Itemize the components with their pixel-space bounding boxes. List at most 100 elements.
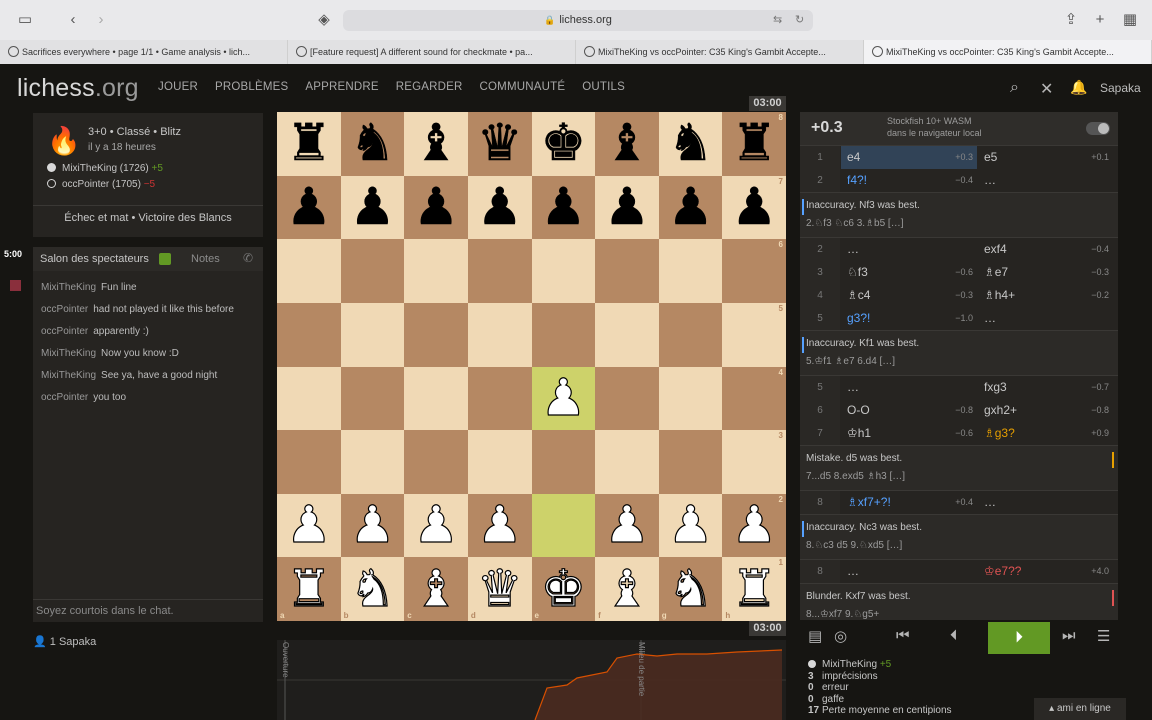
black-knight-piece[interactable]: ♞ — [667, 118, 713, 170]
nav-watch[interactable]: REGARDER — [396, 81, 463, 93]
comment-line[interactable]: 7...d5 8.exd5 ♗h3 […] — [806, 468, 1112, 486]
black-king-piece[interactable]: ♚ — [540, 118, 586, 170]
square-d7[interactable]: ♟ — [467, 175, 532, 240]
black-bishop-piece[interactable]: ♝ — [413, 118, 459, 170]
menu-icon[interactable]: ☰ — [1097, 627, 1110, 645]
black-pawn-piece[interactable]: ♟ — [286, 182, 332, 234]
swords-icon[interactable]: ✕ — [1040, 79, 1053, 99]
square-a1[interactable]: ♜ a — [277, 557, 341, 621]
browser-tab[interactable]: MixiTheKing vs occPointer: C35 King's Ga… — [576, 40, 864, 64]
square-f4[interactable] — [595, 366, 659, 431]
white-move[interactable]: ♘f3 −0.6 — [847, 261, 977, 284]
black-bishop-piece[interactable]: ♝ — [604, 118, 650, 170]
first-move-icon[interactable]: ⏮ — [896, 627, 910, 644]
square-a7[interactable]: ♟ — [277, 175, 341, 240]
square-e1[interactable]: ♚ e — [531, 557, 596, 621]
square-c3[interactable] — [404, 430, 468, 494]
square-c8[interactable]: ♝ — [404, 112, 468, 176]
square-g6[interactable] — [658, 239, 723, 303]
square-c5[interactable] — [404, 302, 468, 367]
square-c6[interactable] — [404, 239, 468, 303]
white-pawn-piece[interactable]: ♟ — [603, 499, 650, 551]
black-pawn-piece[interactable]: ♟ — [413, 182, 459, 234]
square-f3[interactable] — [595, 430, 659, 494]
black-move[interactable]: ♗h4+ −0.2 — [984, 284, 1109, 307]
black-move[interactable]: … — [984, 169, 1109, 192]
black-move[interactable]: ♗g3? +0.9 — [984, 422, 1109, 445]
black-pawn-piece[interactable]: ♟ — [349, 182, 395, 234]
square-e2[interactable] — [531, 493, 596, 558]
address-bar[interactable]: 🔒 lichess.org ⇆ ↻ — [343, 10, 813, 31]
square-h5[interactable]: 5 — [722, 302, 786, 367]
chat-user[interactable]: MixiTheKing — [41, 370, 96, 381]
tab-notes[interactable]: Notes — [191, 253, 220, 265]
summary-player[interactable]: MixiTheKing +5 — [808, 659, 1008, 671]
white-pawn-piece[interactable]: ♟ — [285, 499, 332, 551]
shield-icon[interactable]: ◈ — [313, 10, 335, 30]
square-g5[interactable] — [658, 302, 723, 367]
nav-tools[interactable]: OUTILS — [582, 81, 625, 93]
white-move[interactable]: g3?! −1.0 — [847, 307, 977, 330]
black-pawn-piece[interactable]: ♟ — [731, 182, 777, 234]
square-b5[interactable] — [340, 302, 405, 367]
black-move[interactable]: fxg3 −0.7 — [984, 376, 1109, 399]
chess-board[interactable]: ♜ ♞ ♝ ♛ ♚ ♝ ♞ ♜ 8 ♟ ♟ ♟ ♟ ♟ ♟ ♟ ♟ 7 6 5 ♟ 4 3 ♟ ♟ ♟ ♟ ♟ ♟ ♟ 2 ♜ a ♞ b ♝ c ♛ d ♚… — [277, 112, 786, 621]
square-h7[interactable]: ♟ 7 — [722, 175, 786, 240]
white-move[interactable]: … — [847, 238, 977, 261]
chat-user[interactable]: occPointer — [41, 326, 88, 337]
nav-puzzles[interactable]: PROBLÈMES — [215, 81, 288, 93]
square-a2[interactable]: ♟ — [277, 493, 341, 558]
white-move[interactable]: ♔h1 −0.6 — [847, 422, 977, 445]
white-rook-piece[interactable]: ♜ — [285, 563, 332, 615]
square-d4[interactable] — [467, 366, 532, 431]
user-menu[interactable]: Sapaka — [1100, 81, 1141, 95]
square-h1[interactable]: ♜ 1 h — [722, 557, 786, 621]
square-g8[interactable]: ♞ — [658, 112, 723, 176]
square-e7[interactable]: ♟ — [531, 175, 596, 240]
square-d8[interactable]: ♛ — [467, 112, 532, 176]
chat-user[interactable]: occPointer — [41, 392, 88, 403]
square-e3[interactable] — [531, 430, 596, 494]
forward-icon[interactable]: › — [90, 10, 112, 30]
square-f8[interactable]: ♝ — [595, 112, 659, 176]
square-b8[interactable]: ♞ — [340, 112, 405, 176]
nav-community[interactable]: COMMUNAUTÉ — [480, 81, 566, 93]
white-pawn-piece[interactable]: ♟ — [476, 499, 523, 551]
last-move-icon[interactable]: ⏭ — [1062, 627, 1076, 644]
square-b3[interactable] — [340, 430, 405, 494]
back-icon[interactable]: ‹ — [62, 10, 84, 30]
white-move[interactable]: … — [847, 560, 977, 583]
search-icon[interactable]: ⌕ — [1010, 79, 1019, 97]
square-b4[interactable] — [340, 366, 405, 431]
black-pawn-piece[interactable]: ♟ — [540, 182, 586, 234]
square-a3[interactable] — [277, 430, 341, 494]
white-pawn-piece[interactable]: ♟ — [413, 499, 460, 551]
white-move[interactable]: e4 +0.3 — [841, 146, 977, 169]
square-f1[interactable]: ♝ f — [595, 557, 659, 621]
comment-line[interactable]: 2.♘f3 ♘c6 3.♗b5 […] — [806, 215, 1112, 233]
share-icon[interactable]: ⇪ — [1060, 10, 1082, 30]
square-b6[interactable] — [340, 239, 405, 303]
white-move[interactable]: O-O −0.8 — [847, 399, 977, 422]
white-pawn-piece[interactable]: ♟ — [731, 499, 778, 551]
reload-icon[interactable]: ↻ — [795, 10, 804, 31]
square-h6[interactable]: 6 — [722, 239, 786, 303]
square-f2[interactable]: ♟ — [595, 493, 659, 558]
white-bishop-piece[interactable]: ♝ — [603, 563, 650, 615]
target-icon[interactable]: ◎ — [834, 627, 847, 645]
square-c2[interactable]: ♟ — [404, 493, 468, 558]
black-pawn-piece[interactable]: ♟ — [667, 182, 713, 234]
square-h4[interactable]: 4 — [722, 366, 786, 431]
summary-stat[interactable]: 17 Perte moyenne en centipions — [808, 705, 1008, 717]
black-move[interactable]: e5 +0.1 — [984, 146, 1109, 169]
square-a6[interactable] — [277, 239, 341, 303]
chat-user[interactable]: occPointer — [41, 304, 88, 315]
black-knight-piece[interactable]: ♞ — [349, 118, 395, 170]
square-h3[interactable]: 3 — [722, 430, 786, 494]
square-c4[interactable] — [404, 366, 468, 431]
square-f6[interactable] — [595, 239, 659, 303]
nav-learn[interactable]: APPRENDRE — [305, 81, 378, 93]
tab-overview-icon[interactable]: ▦ — [1119, 10, 1141, 30]
white-move[interactable]: … — [847, 376, 977, 399]
black-pawn-piece[interactable]: ♟ — [604, 182, 650, 234]
